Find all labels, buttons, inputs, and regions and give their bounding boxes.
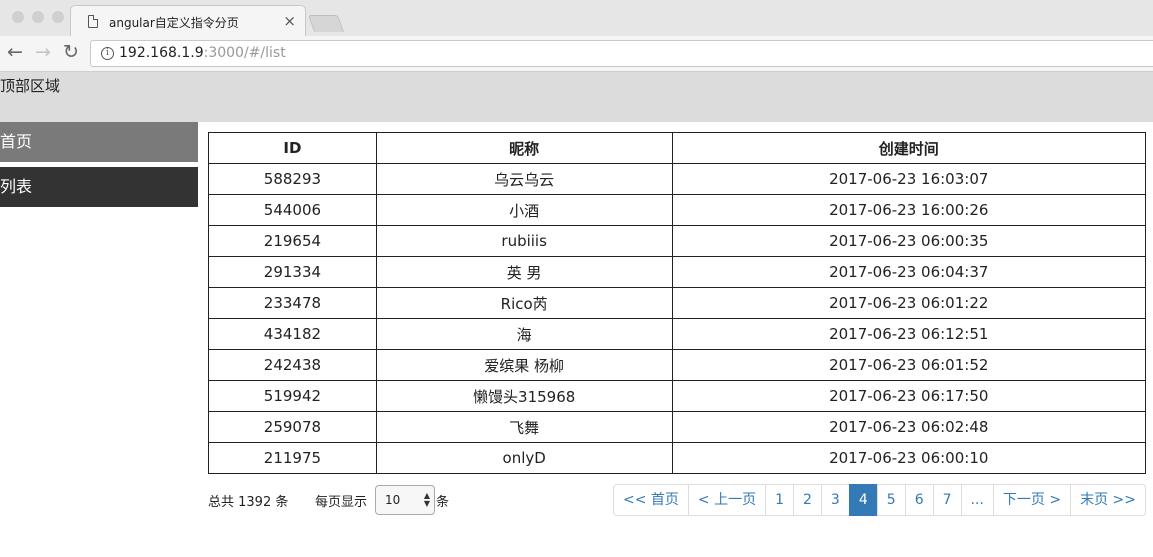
cell-created-time: 2017-06-23 06:17:50 [671,380,1147,412]
sidebar-item-list[interactable]: 列表 [0,167,198,207]
column-header-created-time: 创建时间 [671,132,1147,164]
per-page-label: 每页显示 [315,495,368,510]
address-bar[interactable]: i 192.168.1.9:3000/#/list [90,40,1153,67]
cell-created-time: 2017-06-23 16:00:26 [671,194,1147,226]
next-page-button[interactable]: 下一页 > [992,484,1072,516]
forward-icon[interactable]: → [35,41,51,63]
page-number-button[interactable]: 3 [820,484,850,516]
cell-id: 291334 [208,256,377,288]
tab-title: angular自定义指令分页 [109,16,239,30]
page-ellipsis[interactable]: ... [960,484,994,516]
page-icon [88,15,98,28]
cell-nickname: 爱缤果 杨柳 [375,349,673,381]
page-number-button[interactable]: 5 [876,484,906,516]
cell-nickname: Rico芮 [375,287,673,319]
cell-created-time: 2017-06-23 06:00:10 [671,442,1147,474]
info-icon[interactable]: i [101,47,114,60]
cell-id: 233478 [208,287,377,319]
last-page-button[interactable]: 末页 >> [1070,484,1146,516]
back-icon[interactable]: ← [7,41,23,63]
cell-created-time: 2017-06-23 06:04:37 [671,256,1147,288]
top-header: 顶部区域 [0,72,1153,122]
table-row: 434182 海 2017-06-23 06:12:51 [208,318,1147,350]
table-row: 544006 小酒 2017-06-23 16:00:26 [208,194,1147,226]
cell-nickname: 英 男 [375,256,673,288]
sidebar-item-home[interactable]: 首页 [0,122,198,162]
cell-created-time: 2017-06-23 16:03:07 [671,163,1147,195]
cell-nickname: onlyD [375,442,673,474]
page-number-button[interactable]: 2 [793,484,822,516]
table-footer: 总共 1392 条 每页显示 10 ▲ ▼ 条 << 首页 < 上一页 12345… [208,484,1146,516]
browser-tab-strip: angular自定义指令分页 × [0,0,1153,36]
sidebar: 首页 列表 [0,122,198,207]
minimize-window-icon[interactable] [32,11,44,23]
table-row: 219654 rubiiis 2017-06-23 06:00:35 [208,225,1147,257]
cell-created-time: 2017-06-23 06:00:35 [671,225,1147,257]
page-number-button[interactable]: 7 [932,484,962,516]
table-header-row: ID 昵称 创建时间 [208,132,1147,164]
close-window-icon[interactable] [12,11,24,23]
page-size-select[interactable]: 10 ▲ ▼ [375,485,435,515]
table-row: 211975 onlyD 2017-06-23 06:00:10 [208,442,1147,474]
cell-id: 434182 [208,318,377,350]
table-row: 242438 爱缤果 杨柳 2017-06-23 06:01:52 [208,349,1147,381]
cell-created-time: 2017-06-23 06:01:22 [671,287,1147,319]
column-header-id: ID [208,132,377,164]
column-header-nickname: 昵称 [375,132,673,164]
new-tab-button[interactable] [307,15,345,32]
cell-created-time: 2017-06-23 06:01:52 [671,349,1147,381]
page-number-button[interactable]: 1 [765,484,794,516]
cell-created-time: 2017-06-23 06:12:51 [671,318,1147,350]
table-row: 588293 乌云乌云 2017-06-23 16:03:07 [208,163,1147,195]
cell-id: 242438 [208,349,377,381]
browser-toolbar: ← → ↻ i 192.168.1.9:3000/#/list [0,36,1153,72]
table-row: 259078 飞舞 2017-06-23 06:02:48 [208,411,1147,443]
cell-id: 519942 [208,380,377,412]
cell-id: 544006 [208,194,377,226]
page-size-value: 10 [385,493,401,507]
zoom-window-icon[interactable] [52,11,64,23]
reload-icon[interactable]: ↻ [63,41,79,63]
page-number-button[interactable]: 6 [904,484,934,516]
cell-id: 211975 [208,442,377,474]
select-arrows-icon: ▲ ▼ [423,491,430,508]
page-size-unit: 条 [436,495,450,510]
table-row: 291334 英 男 2017-06-23 06:04:37 [208,256,1147,288]
url-text: 192.168.1.9:3000/#/list [119,45,286,61]
browser-tab[interactable]: angular自定义指令分页 × [70,5,306,36]
header-title: 顶部区域 [0,77,61,95]
total-count: 总共 1392 条 [208,495,289,510]
cell-nickname: 小酒 [375,194,673,226]
prev-page-button[interactable]: < 上一页 [687,484,767,516]
cell-nickname: rubiiis [375,225,673,257]
cell-id: 219654 [208,225,377,257]
cell-nickname: 乌云乌云 [375,163,673,195]
data-table: ID 昵称 创建时间 588293 乌云乌云 2017-06-23 16:03:07… [208,132,1147,474]
first-page-button[interactable]: << 首页 [612,484,689,516]
cell-nickname: 懒馒头315968 [375,380,673,412]
cell-created-time: 2017-06-23 06:02:48 [671,411,1147,443]
cell-id: 259078 [208,411,377,443]
cell-nickname: 飞舞 [375,411,673,443]
cell-nickname: 海 [375,318,673,350]
close-tab-icon[interactable]: × [283,12,296,30]
table-row: 519942 懒馒头315968 2017-06-23 06:17:50 [208,380,1147,412]
table-row: 233478 Rico芮 2017-06-23 06:01:22 [208,287,1147,319]
pagination: << 首页 < 上一页 1 2 3 4 5 6 7... 下一页 > 末页 >> [612,484,1146,516]
page-number-button[interactable]: 4 [848,484,878,516]
cell-id: 588293 [208,163,377,195]
